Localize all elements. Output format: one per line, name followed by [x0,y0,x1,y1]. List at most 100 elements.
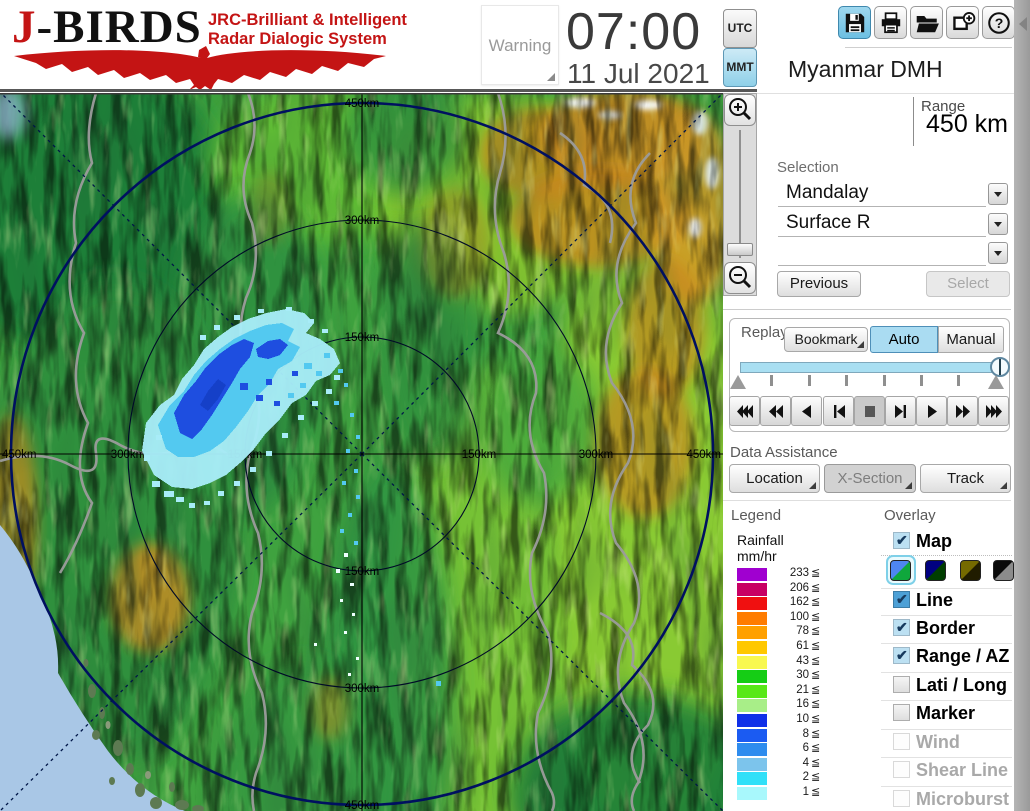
logo-tagline-1: JRC-Brilliant & Intelligent [208,11,407,29]
overlay-row-label: Map [916,531,952,551]
map-style-option-1[interactable] [890,560,911,581]
overlay-row-map[interactable]: Map [884,531,1028,555]
marker-checkbox[interactable] [893,704,910,721]
station-name: Myanmar DMH [788,56,943,82]
border-checkbox[interactable] [893,619,910,636]
line-checkbox[interactable] [893,591,910,608]
legend-leq-sign: ≦ [811,756,821,769]
replay-start-marker[interactable] [730,375,746,389]
replay-tick [808,375,811,386]
legend-swatch [737,684,767,698]
overlay-row-range-az[interactable]: Range / AZ [884,646,1028,670]
track-button[interactable]: Track [920,464,1011,493]
product-dropdown[interactable]: Surface R [778,210,986,237]
auto-button[interactable]: Auto [870,326,938,353]
legend-swatch [737,655,767,669]
toolbar-divider [845,47,1012,48]
legend-value: 21 [796,683,809,696]
radar-map[interactable]: 450km 300km 150km 150km 300km 450km 450k… [0,53,770,811]
location-button[interactable]: Location [729,464,820,493]
legend-swatch [737,597,767,611]
xsection-button[interactable]: X-Section [824,464,916,493]
logo-tagline: JRC-Brilliant & Intelligent Radar Dialog… [208,11,407,48]
print-icon [881,12,901,34]
track-label: Track [947,470,984,487]
overlay-row-label: Microburst [916,789,1010,809]
site-dropdown-value: Mandalay [786,182,869,203]
zoom-in-icon [729,98,752,121]
select-button[interactable]: Select [926,271,1010,297]
legend-value: 100 [789,610,809,623]
overlay-label: Overlay [884,507,936,524]
collapse-panel-arrow[interactable] [1019,17,1027,31]
map-style-option-2[interactable] [925,560,946,581]
svg-text:150km: 150km [345,566,380,578]
replay-tick [883,375,886,386]
help-button[interactable]: ? [982,6,1015,39]
warning-resize-grip[interactable] [547,73,555,81]
legend-value: 1 [802,786,809,798]
clock-time: 07:00 [566,3,702,61]
option-dropdown-button[interactable] [988,242,1008,264]
forward-fastest-button[interactable] [978,396,1009,426]
zoom-out-button[interactable] [724,262,756,294]
replay-slider-track[interactable] [740,362,1002,373]
utc-button[interactable]: UTC [723,9,757,48]
help-icon: ? [988,12,1010,34]
zoom-slider-thumb[interactable] [727,243,753,256]
rewind-fast-button[interactable] [760,396,791,426]
legend-leq-sign: ≦ [811,640,821,652]
stop-button[interactable] [854,396,885,426]
overlay-row-label: Wind [916,732,960,752]
legend-swatch [737,641,767,654]
overlay-row-marker[interactable]: Marker [884,703,1028,727]
save-button[interactable] [838,6,871,39]
site-dropdown[interactable]: Mandalay [778,180,986,207]
legend-value: 78 [796,625,809,638]
export-image-button[interactable] [946,6,979,39]
site-dropdown-button[interactable] [988,183,1008,205]
legend-swatch [737,772,767,786]
bookmark-button[interactable]: Bookmark [784,327,868,352]
warning-label: Warning [488,36,552,55]
overlay-divider [881,672,1012,673]
step-forward-button[interactable] [885,396,916,426]
forward-fast-button[interactable] [947,396,978,426]
overlay-row-line[interactable]: Line [884,590,1028,614]
legend-leq-sign: ≦ [811,698,821,711]
legend-value: 2 [802,771,809,784]
legend-swatch [737,699,767,713]
rewind-fastest-button[interactable] [729,396,760,426]
manual-button[interactable]: Manual [938,326,1004,353]
previous-button[interactable]: Previous [777,271,861,297]
play-reverse-button[interactable] [791,396,822,426]
legend-leq-sign: ≦ [811,771,821,784]
map-style-option-3[interactable] [960,560,981,581]
zoom-slider-track[interactable] [739,130,741,258]
product-dropdown-button[interactable] [988,213,1008,235]
legend-value: 206 [789,581,809,594]
xsection-label: X-Section [837,470,903,487]
range-az-checkbox[interactable] [893,647,910,664]
map-checkbox[interactable] [893,532,910,549]
option-dropdown[interactable] [778,239,986,266]
zoom-in-button[interactable] [724,94,756,126]
open-folder-button[interactable] [910,6,943,39]
print-button[interactable] [874,6,907,39]
stop-icon [865,406,875,417]
step-back-button[interactable] [823,396,854,426]
replay-end-marker[interactable] [988,375,1004,389]
forward-fastest-icon [986,405,1002,418]
legend-swatch [737,743,767,757]
overlay-row-lati-long[interactable]: Lati / Long [884,675,1028,699]
overlay-row-border[interactable]: Border [884,618,1028,642]
overlay-row-label: Border [916,618,976,638]
lati-long-checkbox[interactable] [893,676,910,693]
play-button[interactable] [916,396,947,426]
replay-slider-thumb[interactable] [990,357,1010,377]
map-style-option-4[interactable] [993,560,1014,581]
mmt-button[interactable]: MMT [723,48,757,87]
svg-text:150km: 150km [462,449,497,461]
warning-box[interactable]: Warning [481,5,559,85]
header-divider [0,89,757,92]
